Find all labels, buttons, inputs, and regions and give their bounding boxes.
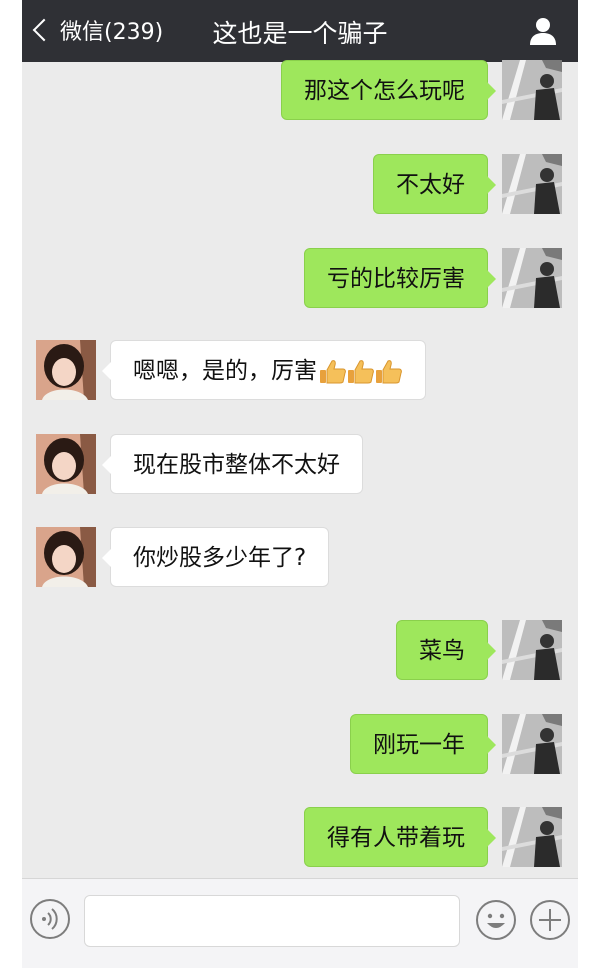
message-row-received: 你炒股多少年了? (22, 527, 578, 587)
message-bubble-sent[interactable]: 不太好 (373, 154, 496, 214)
message-bubble-received[interactable]: 现在股市整体不太好 (102, 434, 363, 494)
back-label: 微信(239) (60, 20, 164, 45)
message-text: 你炒股多少年了? (133, 545, 307, 571)
my-avatar[interactable] (502, 807, 562, 867)
voice-icon (30, 899, 70, 939)
my-avatar[interactable] (502, 714, 562, 774)
message-bubble-sent[interactable]: 刚玩一年 (350, 714, 496, 774)
contact-avatar[interactable] (36, 527, 96, 587)
message-input[interactable] (84, 895, 460, 947)
message-row-sent: 不太好 (22, 154, 578, 214)
message-text: 那这个怎么玩呢 (304, 78, 465, 104)
more-button[interactable] (528, 898, 572, 942)
message-bubble-received[interactable]: 你炒股多少年了? (101, 527, 330, 587)
emoji-icon (476, 900, 516, 940)
contact-avatar[interactable] (36, 434, 96, 494)
emoji-button[interactable] (474, 898, 518, 942)
message-row-sent: 亏的比较厉害 (22, 248, 578, 308)
my-avatar[interactable] (502, 620, 562, 680)
emoji-group (319, 359, 403, 385)
wechat-chat-screen: 微信(239) 这也是一个骗子 那这个怎么玩呢 不太好 亏的比较厉害 嗯嗯，是的… (22, 0, 578, 968)
message-row-sent: 得有人带着玩 (22, 807, 578, 867)
person-icon (530, 18, 556, 45)
message-row-received: 嗯嗯，是的，厉害 (22, 340, 578, 400)
message-list[interactable]: 那这个怎么玩呢 不太好 亏的比较厉害 嗯嗯，是的，厉害 现在股市整体不太好 你炒… (22, 60, 578, 878)
top-bar: 微信(239) 这也是一个骗子 (22, 0, 578, 62)
message-bubble-sent[interactable]: 菜鸟 (396, 620, 496, 680)
message-text: 不太好 (396, 172, 465, 198)
plus-icon (530, 900, 570, 940)
message-row-sent: 刚玩一年 (22, 714, 578, 774)
message-text: 刚玩一年 (373, 732, 465, 758)
chevron-left-icon (32, 18, 56, 42)
thumbs-up-icon (376, 359, 402, 383)
input-bar (22, 878, 578, 968)
my-avatar[interactable] (502, 60, 562, 120)
my-avatar[interactable] (502, 154, 562, 214)
message-text: 亏的比较厉害 (327, 266, 465, 292)
thumbs-up-icon (320, 359, 346, 383)
contact-avatar[interactable] (36, 340, 96, 400)
my-avatar[interactable] (502, 248, 562, 308)
message-bubble-sent[interactable]: 那这个怎么玩呢 (281, 60, 496, 120)
message-text: 菜鸟 (419, 638, 465, 664)
message-text: 现在股市整体不太好 (133, 452, 340, 478)
message-text: 嗯嗯，是的，厉害 (133, 358, 317, 384)
message-bubble-sent[interactable]: 得有人带着玩 (304, 807, 496, 867)
voice-button[interactable] (28, 897, 72, 941)
thumbs-up-icon (348, 359, 374, 383)
message-text: 得有人带着玩 (327, 825, 465, 851)
message-row-received: 现在股市整体不太好 (22, 434, 578, 494)
message-bubble-sent[interactable]: 亏的比较厉害 (304, 248, 496, 308)
message-row-sent: 菜鸟 (22, 620, 578, 680)
chat-info-button[interactable] (526, 14, 560, 48)
message-row-sent: 那这个怎么玩呢 (22, 60, 578, 122)
message-bubble-received[interactable]: 嗯嗯，是的，厉害 (102, 340, 426, 400)
back-button[interactable]: 微信(239) (32, 14, 164, 46)
